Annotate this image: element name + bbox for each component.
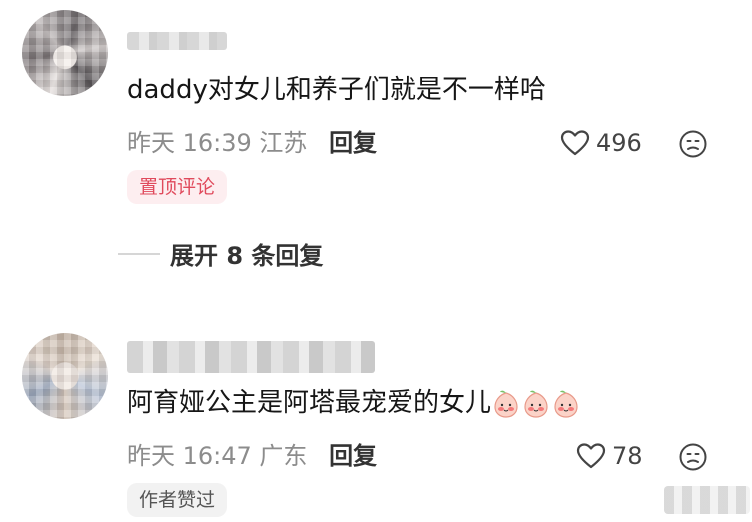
username-blurred[interactable] [127, 32, 227, 50]
comment-meta: 昨天 16:39 江苏 回复 [127, 128, 377, 158]
comment-time-location: 昨天 16:39 江苏 [127, 129, 308, 157]
blushing-peach-emoji [491, 389, 521, 419]
reply-button[interactable]: 回复 [329, 129, 377, 157]
comment-meta: 昨天 16:47 广东 回复 [127, 441, 377, 471]
unhappy-face-icon [679, 130, 707, 158]
avatar[interactable] [22, 333, 108, 419]
blushing-peach-emoji [521, 389, 551, 419]
comment-text: 阿育娅公主是阿塔最宠爱的女儿 [127, 385, 581, 421]
pinned-badge: 置顶评论 [127, 170, 228, 204]
like-count: 78 [612, 442, 643, 470]
unhappy-face-icon [679, 443, 707, 471]
expand-replies-label: 展开 8 条回复 [170, 242, 324, 270]
heart-icon [560, 130, 590, 156]
comment-text: daddy对女儿和养子们就是不一样哈 [127, 75, 546, 105]
username-blurred[interactable] [127, 341, 375, 373]
like-count: 496 [596, 129, 642, 157]
author-liked-badge: 作者赞过 [127, 483, 228, 517]
reply-button[interactable]: 回复 [329, 442, 377, 470]
heart-icon [576, 443, 606, 469]
divider-line [118, 252, 160, 255]
avatar[interactable] [22, 10, 108, 96]
watermark-blurred [664, 486, 750, 514]
dislike-button[interactable] [678, 442, 708, 476]
comment-text-content: 阿育娅公主是阿塔最宠爱的女儿 [127, 388, 492, 418]
expand-replies-button[interactable]: 展开 8 条回复 [118, 236, 323, 271]
comment-time-location: 昨天 16:47 广东 [127, 442, 308, 470]
dislike-button[interactable] [678, 129, 708, 163]
comment-item: daddy对女儿和养子们就是不一样哈 昨天 16:39 江苏 回复 496 置顶… [0, 0, 752, 290]
comment-item: 阿育娅公主是阿塔最宠爱的女儿 昨天 16:47 广东 回复 78 作者赞过 [0, 325, 752, 522]
like-button[interactable]: 496 [560, 128, 642, 158]
blushing-peach-emoji [551, 389, 581, 419]
like-button[interactable]: 78 [576, 441, 643, 471]
